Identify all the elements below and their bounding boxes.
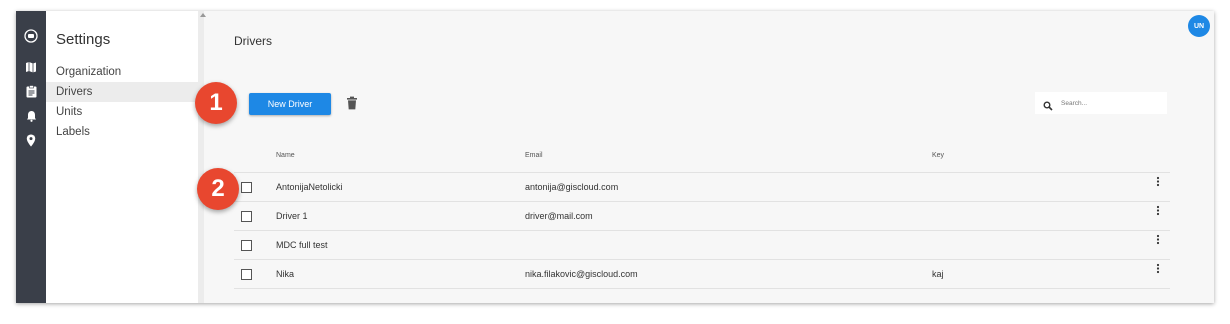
more-vertical-icon[interactable]: [1154, 204, 1162, 218]
column-header-email[interactable]: Email: [525, 152, 543, 159]
row-checkbox[interactable]: [241, 211, 252, 222]
settings-menu: Organization Drivers Units Labels: [46, 62, 198, 142]
user-avatar[interactable]: UN: [1188, 15, 1210, 37]
bell-icon[interactable]: [23, 108, 39, 124]
map-icon[interactable]: [23, 59, 39, 75]
search-box[interactable]: [1035, 92, 1167, 114]
table-row[interactable]: MDC full test: [234, 231, 1170, 260]
new-driver-button[interactable]: New Driver: [249, 93, 331, 115]
menu-item-units[interactable]: Units: [46, 102, 198, 122]
app-window: Settings Organization Drivers Units Labe…: [16, 11, 1214, 303]
menu-item-drivers[interactable]: Drivers: [46, 82, 198, 102]
clipboard-icon[interactable]: [23, 83, 39, 99]
callout-badge-2: 2: [197, 168, 239, 210]
driver-email: nika.filakovic@giscloud.com: [525, 269, 638, 279]
driver-name: MDC full test: [276, 240, 328, 250]
settings-title: Settings: [56, 31, 111, 48]
row-checkbox[interactable]: [241, 182, 252, 193]
row-checkbox[interactable]: [241, 269, 252, 280]
more-vertical-icon[interactable]: [1154, 175, 1162, 189]
icon-rail: [16, 11, 46, 303]
menu-item-labels[interactable]: Labels: [46, 122, 198, 142]
menu-item-organization[interactable]: Organization: [46, 62, 198, 82]
search-input[interactable]: [1059, 98, 1163, 108]
driver-name: AntonijaNetolicki: [276, 182, 343, 192]
more-vertical-icon[interactable]: [1154, 233, 1162, 247]
table-row[interactable]: AntonijaNetolicki antonija@giscloud.com: [234, 173, 1170, 202]
drivers-table: Name Email Key AntonijaNetolicki antonij…: [234, 144, 1170, 289]
driver-name: Driver 1: [276, 211, 308, 221]
page-title: Drivers: [234, 34, 272, 48]
driver-email: antonija@giscloud.com: [525, 182, 619, 192]
driver-email: driver@mail.com: [525, 211, 593, 221]
row-checkbox[interactable]: [241, 240, 252, 251]
more-vertical-icon[interactable]: [1154, 262, 1162, 276]
driver-name: Nika: [276, 269, 295, 279]
location-pin-icon[interactable]: [23, 132, 39, 148]
table-header: Name Email Key: [234, 144, 1170, 173]
column-header-key[interactable]: Key: [932, 152, 944, 159]
trash-icon[interactable]: [346, 96, 358, 110]
callout-badge-1: 1: [195, 82, 237, 124]
car-icon[interactable]: [23, 28, 39, 44]
settings-panel: Settings Organization Drivers Units Labe…: [46, 11, 198, 303]
search-icon: [1043, 98, 1053, 111]
table-row[interactable]: Driver 1 driver@mail.com: [234, 202, 1170, 231]
column-header-name[interactable]: Name: [276, 152, 295, 159]
table-row[interactable]: Nika nika.filakovic@giscloud.com kaj: [234, 260, 1170, 289]
driver-key: kaj: [932, 269, 944, 279]
main-content: Drivers New Driver Name Email Key Antoni…: [204, 11, 1214, 303]
